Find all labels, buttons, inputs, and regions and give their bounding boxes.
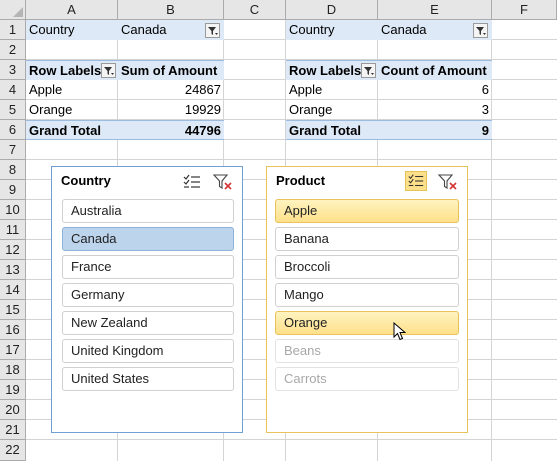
column-header-d[interactable]: D bbox=[286, 0, 378, 20]
row-header[interactable]: 15 bbox=[0, 300, 26, 320]
slicer-item-united-states[interactable]: United States bbox=[62, 367, 234, 391]
row-header[interactable]: 7 bbox=[0, 140, 26, 160]
pivot1-filter-label[interactable]: Country bbox=[26, 20, 118, 40]
pivot2-value-header[interactable]: Count of Amount bbox=[378, 60, 492, 80]
row-header[interactable]: 14 bbox=[0, 280, 26, 300]
row-header[interactable]: 6 bbox=[0, 120, 26, 140]
row-header[interactable]: 18 bbox=[0, 360, 26, 380]
slicer-item-australia[interactable]: Australia bbox=[62, 199, 234, 223]
pivot2-row-value[interactable]: 3 bbox=[378, 100, 492, 120]
pivot1-grand-total-label[interactable]: Grand Total bbox=[26, 120, 118, 140]
slicer-item-banana[interactable]: Banana bbox=[275, 227, 459, 251]
slicer-item-new-zealand[interactable]: New Zealand bbox=[62, 311, 234, 335]
select-all-corner[interactable] bbox=[0, 0, 26, 20]
pivot2-row-value[interactable]: 6 bbox=[378, 80, 492, 100]
clear-filter-icon[interactable] bbox=[212, 172, 234, 192]
pivot1-value-header[interactable]: Sum of Amount bbox=[118, 60, 224, 80]
pivot1-row-label[interactable]: Apple bbox=[26, 80, 118, 100]
column-header-e[interactable]: E bbox=[378, 0, 492, 20]
row-header[interactable]: 21 bbox=[0, 420, 26, 440]
row-header[interactable]: 20 bbox=[0, 400, 26, 420]
filter-dropdown-icon[interactable] bbox=[205, 23, 220, 38]
pivot1-row-value[interactable]: 19929 bbox=[118, 100, 224, 120]
row-header[interactable]: 16 bbox=[0, 320, 26, 340]
slicer-item-mango[interactable]: Mango bbox=[275, 283, 459, 307]
row-header[interactable]: 9 bbox=[0, 180, 26, 200]
slicer-title: Product bbox=[276, 173, 326, 188]
row-header[interactable]: 5 bbox=[0, 100, 26, 120]
row-header[interactable]: 1 bbox=[0, 20, 26, 40]
row-header[interactable]: 17 bbox=[0, 340, 26, 360]
column-header-f[interactable]: F bbox=[492, 0, 557, 20]
pivot2-grand-total-value[interactable]: 9 bbox=[378, 120, 492, 140]
row-header[interactable]: 10 bbox=[0, 200, 26, 220]
row-header[interactable]: 3 bbox=[0, 60, 26, 80]
slicer-item-beans[interactable]: Beans bbox=[275, 339, 459, 363]
column-header-a[interactable]: A bbox=[26, 0, 118, 20]
column-header-b[interactable]: B bbox=[118, 0, 224, 20]
product-slicer[interactable]: Product Apple Banana Broccoli Mango Oran… bbox=[266, 166, 468, 433]
slicer-item-orange[interactable]: Orange bbox=[275, 311, 459, 335]
filter-dropdown-icon[interactable] bbox=[473, 23, 488, 38]
filter-dropdown-icon[interactable] bbox=[361, 63, 376, 78]
row-header[interactable]: 2 bbox=[0, 40, 26, 60]
filter-dropdown-icon[interactable] bbox=[101, 63, 116, 78]
column-header-c[interactable]: C bbox=[224, 0, 286, 20]
slicer-item-united-kingdom[interactable]: United Kingdom bbox=[62, 339, 234, 363]
multi-select-icon[interactable] bbox=[405, 171, 427, 191]
mouse-cursor-icon bbox=[393, 321, 407, 345]
pivot1-row-value[interactable]: 24867 bbox=[118, 80, 224, 100]
row-header[interactable]: 19 bbox=[0, 380, 26, 400]
row-header[interactable]: 12 bbox=[0, 240, 26, 260]
pivot1-row-label[interactable]: Orange bbox=[26, 100, 118, 120]
clear-filter-icon[interactable] bbox=[437, 172, 459, 192]
pivot2-row-label[interactable]: Apple bbox=[286, 80, 378, 100]
slicer-item-canada[interactable]: Canada bbox=[62, 227, 234, 251]
row-header[interactable]: 13 bbox=[0, 260, 26, 280]
slicer-item-france[interactable]: France bbox=[62, 255, 234, 279]
row-header[interactable]: 8 bbox=[0, 160, 26, 180]
slicer-item-germany[interactable]: Germany bbox=[62, 283, 234, 307]
pivot2-grand-total-label[interactable]: Grand Total bbox=[286, 120, 378, 140]
row-header[interactable]: 22 bbox=[0, 440, 26, 461]
slicer-item-apple[interactable]: Apple bbox=[275, 199, 459, 223]
slicer-title: Country bbox=[61, 173, 111, 188]
slicer-item-broccoli[interactable]: Broccoli bbox=[275, 255, 459, 279]
row-header[interactable]: 4 bbox=[0, 80, 26, 100]
slicer-item-carrots[interactable]: Carrots bbox=[275, 367, 459, 391]
pivot1-grand-total-value[interactable]: 44796 bbox=[118, 120, 224, 140]
multi-select-icon[interactable] bbox=[181, 172, 203, 192]
pivot2-row-label[interactable]: Orange bbox=[286, 100, 378, 120]
row-header[interactable]: 11 bbox=[0, 220, 26, 240]
pivot2-filter-label[interactable]: Country bbox=[286, 20, 378, 40]
country-slicer[interactable]: Country Australia Canada France Germany … bbox=[51, 166, 243, 433]
